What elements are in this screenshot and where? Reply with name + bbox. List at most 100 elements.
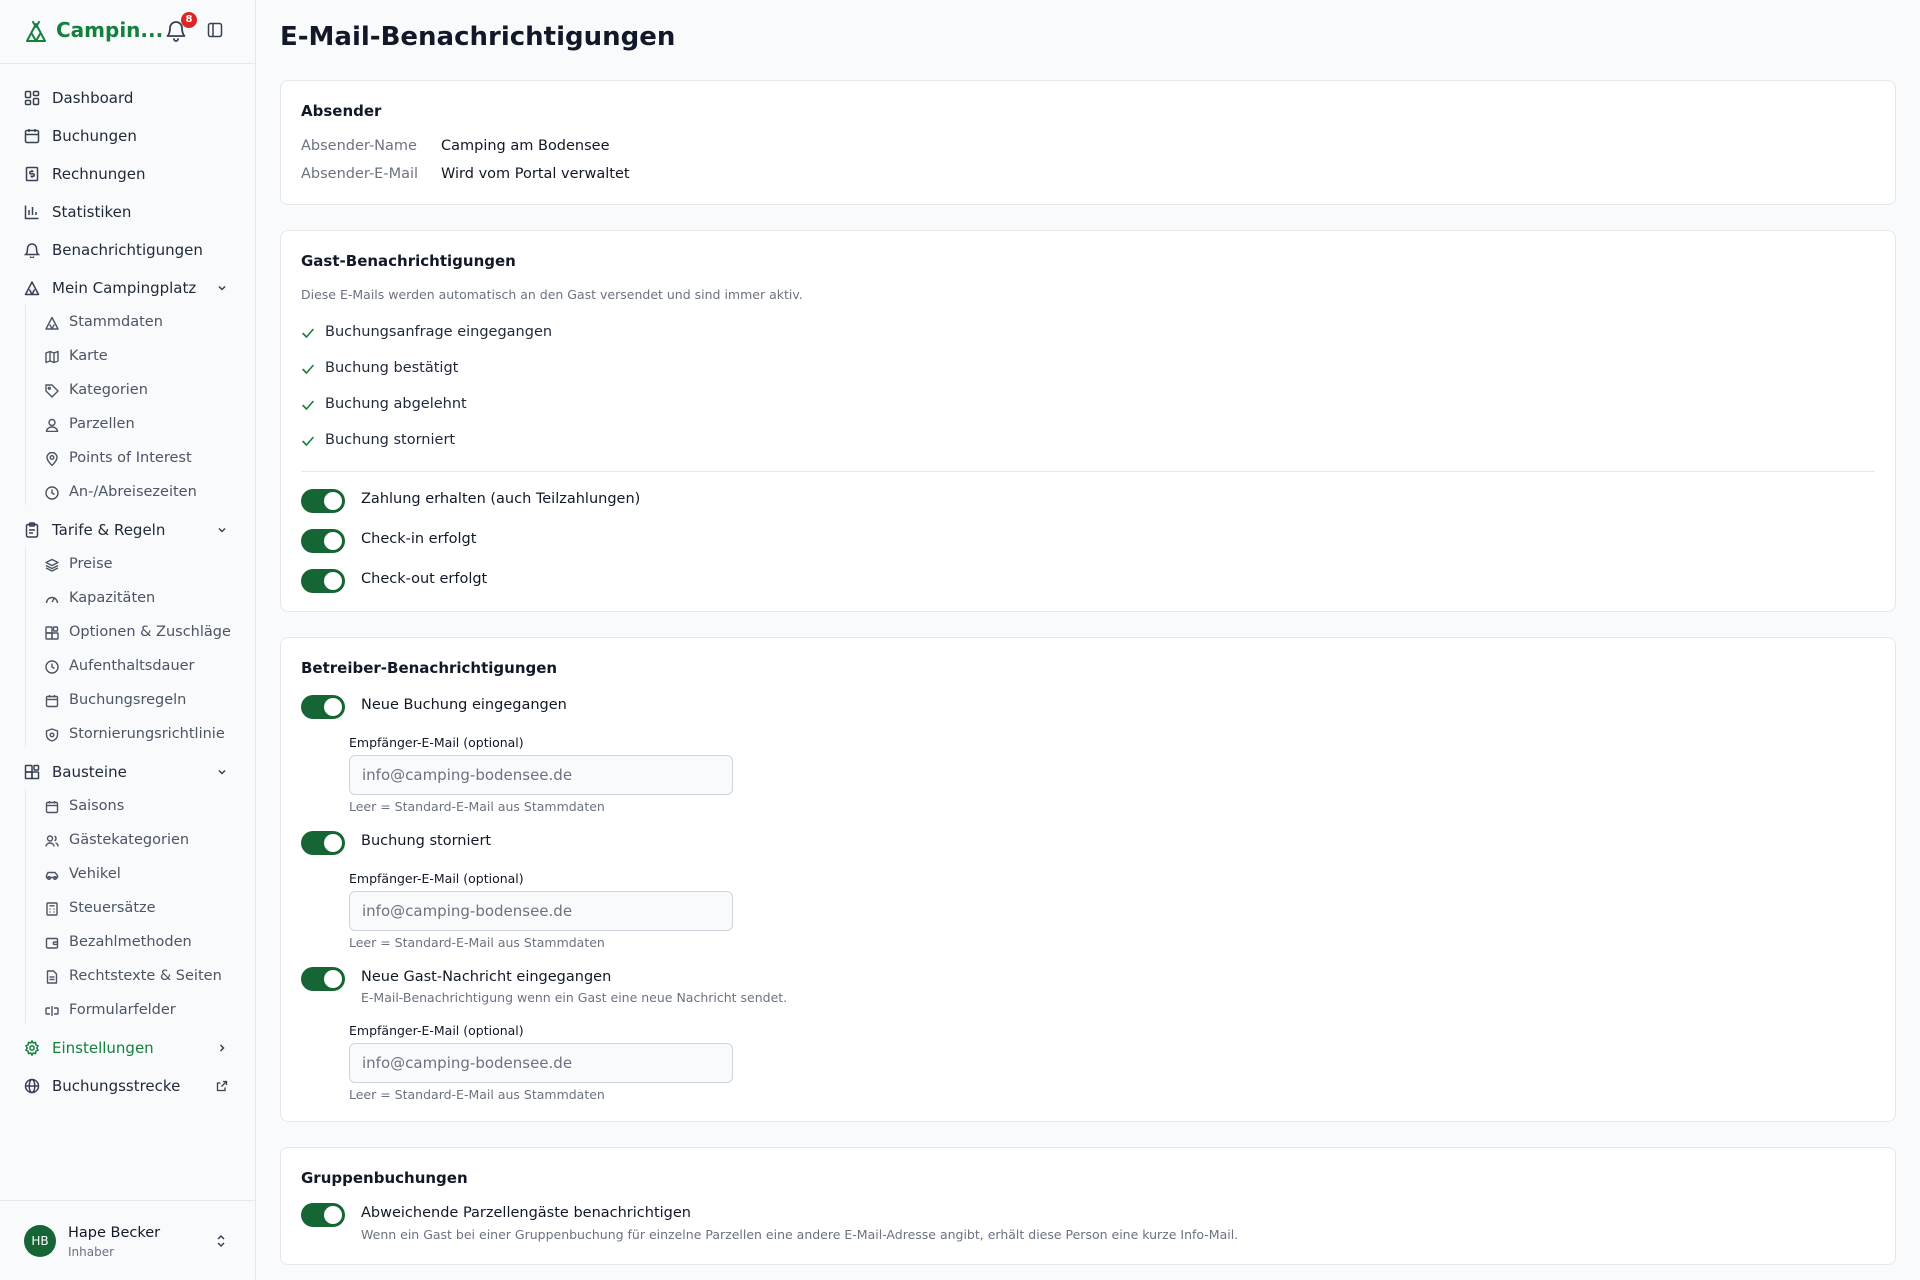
brand-header: Campin... 8 <box>0 0 255 64</box>
nav-item-notifications[interactable]: Benachrichtigungen <box>16 233 240 267</box>
sub-item-seasons[interactable]: Saisons <box>36 792 240 822</box>
submenu-line <box>25 547 26 747</box>
clock-icon <box>45 660 59 674</box>
sub-item-tax-rates[interactable]: Steuersätze <box>36 894 240 924</box>
avatar: HB <box>24 1225 56 1257</box>
check-in-label: Check-in erfolgt <box>361 531 477 547</box>
booking-cancelled-recipient-input[interactable] <box>349 891 733 931</box>
sub-label: Kategorien <box>69 382 148 398</box>
nav-item-booking-route[interactable]: Buchungsstrecke <box>16 1069 240 1103</box>
bell-icon <box>24 242 40 258</box>
submenu-line <box>25 305 26 505</box>
booking-cancelled-label: Buchung storniert <box>361 833 492 849</box>
guest-message-help: E-Mail-Benachrichtigung wenn ein Gast ei… <box>361 990 788 1005</box>
sub-item-master-data[interactable]: Stammdaten <box>36 308 240 338</box>
sub-item-cancellation-policy[interactable]: Stornierungsrichtlinie <box>36 720 240 750</box>
recipient-email-help: Leer = Standard-E-Mail aus Stammdaten <box>349 1087 605 1102</box>
nav-item-dashboard[interactable]: Dashboard <box>16 81 240 115</box>
check-icon <box>301 326 315 340</box>
users-icon <box>45 834 59 848</box>
nav-item-settings[interactable]: Einstellungen <box>16 1031 240 1065</box>
operator-title: Betreiber-Benachrichtigungen <box>301 659 558 677</box>
nav-item-modules[interactable]: Bausteine <box>16 755 240 789</box>
sub-item-plots[interactable]: Parzellen <box>36 410 240 440</box>
chevron-down-icon[interactable] <box>216 282 228 294</box>
sub-label: Rechtstexte & Seiten <box>69 968 222 984</box>
guest-message-label: Neue Gast-Nachricht eingegangen <box>361 969 612 985</box>
sub-label: Formularfelder <box>69 1002 176 1018</box>
sub-item-booking-rules[interactable]: Buchungsregeln <box>36 686 240 716</box>
check-in-toggle[interactable] <box>301 529 345 553</box>
external-link-icon[interactable] <box>216 1080 228 1092</box>
chevrons-up-down-icon[interactable] <box>215 1233 227 1249</box>
sub-label: Kapazitäten <box>69 590 156 606</box>
sub-item-guest-categories[interactable]: Gästekategorien <box>36 826 240 856</box>
always-on-label: Buchungsanfrage eingegangen <box>325 324 553 340</box>
sub-label: Vehikel <box>69 866 121 882</box>
check-out-label: Check-out erfolgt <box>361 571 488 587</box>
guest-message-recipient-input[interactable] <box>349 1043 733 1083</box>
guest-notifications-card: Gast-Benachrichtigungen Diese E-Mails we… <box>280 230 1896 612</box>
nav-item-my-campsite[interactable]: Mein Campingplatz <box>16 271 240 305</box>
sub-item-categories[interactable]: Kategorien <box>36 376 240 406</box>
tag-icon <box>45 384 59 398</box>
always-on-label: Buchung storniert <box>325 432 456 448</box>
nav-item-bookings[interactable]: Buchungen <box>16 119 240 153</box>
sender-card: Absender Absender-Name Camping am Bodens… <box>280 80 1896 205</box>
dashboard-icon <box>24 90 40 106</box>
nav-item-rates-rules[interactable]: Tarife & Regeln <box>16 513 240 547</box>
sub-item-map[interactable]: Karte <box>36 342 240 372</box>
nav-label: Tarife & Regeln <box>52 521 166 539</box>
layers-icon <box>45 558 59 572</box>
chevron-down-icon[interactable] <box>216 766 228 778</box>
sub-label: Stornierungsrichtlinie <box>69 726 225 742</box>
sub-item-stay-duration[interactable]: Aufenthaltsdauer <box>36 652 240 682</box>
sub-item-points-of-interest[interactable]: Points of Interest <box>36 444 240 474</box>
nav-item-invoices[interactable]: Rechnungen <box>16 157 240 191</box>
operator-notifications-card: Betreiber-Benachrichtigungen Neue Buchun… <box>280 637 1896 1122</box>
blocks-icon <box>24 764 40 780</box>
group-title: Gruppenbuchungen <box>301 1169 468 1187</box>
sub-label: Optionen & Zuschläge <box>69 624 231 640</box>
recipient-email-label: Empfänger-E-Mail (optional) <box>349 871 524 886</box>
sub-item-payment-methods[interactable]: Bezahlmethoden <box>36 928 240 958</box>
sub-label: Buchungsregeln <box>69 692 187 708</box>
payment-received-toggle[interactable] <box>301 489 345 513</box>
new-booking-label: Neue Buchung eingegangen <box>361 697 567 713</box>
new-booking-recipient-input[interactable] <box>349 755 733 795</box>
sub-label: Saisons <box>69 798 125 814</box>
sidebar-toggle-icon[interactable] <box>207 22 223 38</box>
always-on-label: Buchung abgelehnt <box>325 396 467 412</box>
sender-title: Absender <box>301 102 382 120</box>
chevron-down-icon[interactable] <box>216 524 228 536</box>
group-bookings-card: Gruppenbuchungen Abweichende Parzellengä… <box>280 1147 1896 1265</box>
nav-item-statistics[interactable]: Statistiken <box>16 195 240 229</box>
shield-icon <box>45 728 59 742</box>
calendar-icon <box>45 800 59 814</box>
calculator-icon <box>45 902 59 916</box>
sub-item-legal-texts[interactable]: Rechtstexte & Seiten <box>36 962 240 992</box>
tent-icon <box>24 280 40 296</box>
bar-chart-icon <box>24 204 40 220</box>
invoice-icon <box>24 166 40 182</box>
file-text-icon <box>45 970 59 984</box>
recipient-email-help: Leer = Standard-E-Mail aus Stammdaten <box>349 935 605 950</box>
sub-item-capacities[interactable]: Kapazitäten <box>36 584 240 614</box>
guest-message-toggle[interactable] <box>301 967 345 991</box>
sub-item-vehicles[interactable]: Vehikel <box>36 860 240 890</box>
sub-item-arrival-times[interactable]: An-/Abreisezeiten <box>36 478 240 508</box>
app-name[interactable]: Campin... <box>56 18 163 42</box>
sub-item-options-surcharges[interactable]: Optionen & Zuschläge <box>36 618 240 648</box>
group-guests-toggle[interactable] <box>301 1203 345 1227</box>
booking-cancelled-toggle[interactable] <box>301 831 345 855</box>
sub-item-form-fields[interactable]: Formularfelder <box>36 996 240 1026</box>
check-icon <box>301 362 315 376</box>
sub-label: Steuersätze <box>69 900 156 916</box>
clock-icon <box>45 486 59 500</box>
check-out-toggle[interactable] <box>301 569 345 593</box>
recipient-email-label: Empfänger-E-Mail (optional) <box>349 1023 524 1038</box>
chevron-right-icon[interactable] <box>216 1042 228 1054</box>
sub-item-prices[interactable]: Preise <box>36 550 240 580</box>
user-menu[interactable]: HB Hape Becker Inhaber <box>0 1200 255 1280</box>
new-booking-toggle[interactable] <box>301 695 345 719</box>
